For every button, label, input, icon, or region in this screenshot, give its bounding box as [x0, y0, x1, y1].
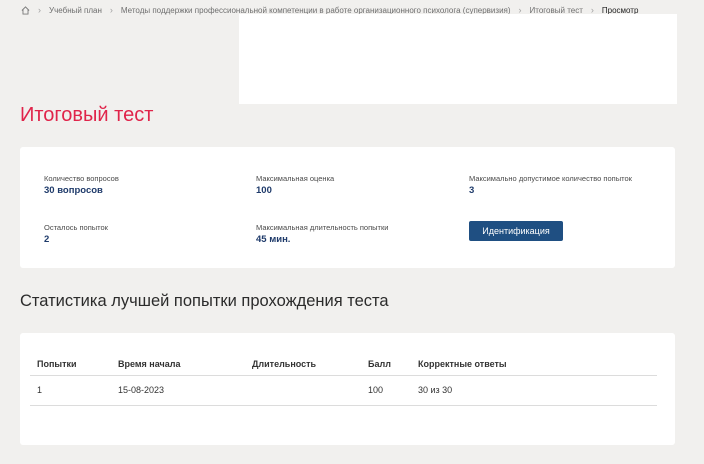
questions-label: Количество вопросов — [44, 174, 119, 183]
max-attempts-label: Максимально допустимое количество попыто… — [469, 174, 632, 183]
column-header-duration: Длительность — [252, 359, 317, 369]
content-placeholder — [239, 14, 677, 104]
cell-correct: 30 из 30 — [418, 385, 453, 395]
stats-table: Попытки Время начала Длительность Балл К… — [30, 353, 657, 406]
max-attempts-value: 3 — [469, 185, 475, 196]
questions-value: 30 вопросов — [44, 185, 103, 196]
column-header-attempts: Попытки — [37, 359, 77, 369]
stats-title: Статистика лучшей попытки прохождения те… — [20, 292, 389, 310]
remaining-info: Осталось попыток 2 — [44, 223, 108, 245]
max-score-label: Максимальная оценка — [256, 174, 335, 183]
cell-score: 100 — [368, 385, 384, 395]
duration-label: Максимальная длительность попытки — [256, 223, 389, 232]
column-header-start-time: Время начала — [118, 359, 181, 369]
page-title: Итоговый тест — [20, 104, 154, 126]
remaining-label: Осталось попыток — [44, 223, 108, 232]
test-info-card: Количество вопросов 30 вопросов Максимал… — [20, 147, 675, 268]
remaining-value: 2 — [44, 234, 50, 245]
home-icon[interactable] — [20, 5, 30, 15]
duration-info: Максимальная длительность попытки 45 мин… — [256, 223, 388, 245]
chevron-right-icon: › — [109, 5, 113, 15]
questions-info: Количество вопросов 30 вопросов — [44, 174, 119, 196]
duration-value: 45 мин. — [256, 234, 291, 245]
max-score-value: 100 — [256, 185, 272, 196]
stats-card: Попытки Время начала Длительность Балл К… — [20, 333, 675, 445]
column-header-correct: Корректные ответы — [418, 359, 507, 369]
chevron-right-icon: › — [38, 5, 41, 15]
breadcrumb-item-plan[interactable]: Учебный план — [49, 6, 102, 15]
max-score-info: Максимальная оценка 100 — [256, 174, 334, 196]
cell-attempt: 1 — [37, 385, 43, 395]
max-attempts-info: Максимально допустимое количество попыто… — [469, 174, 639, 196]
cell-start-time: 15-08-2023 — [118, 385, 165, 395]
table-row: 1 15-08-2023 100 30 из 30 — [30, 376, 657, 406]
identification-button[interactable]: Идентификация — [469, 221, 563, 241]
column-header-score: Балл — [368, 359, 391, 369]
table-header-row: Попытки Время начала Длительность Балл К… — [30, 353, 657, 376]
